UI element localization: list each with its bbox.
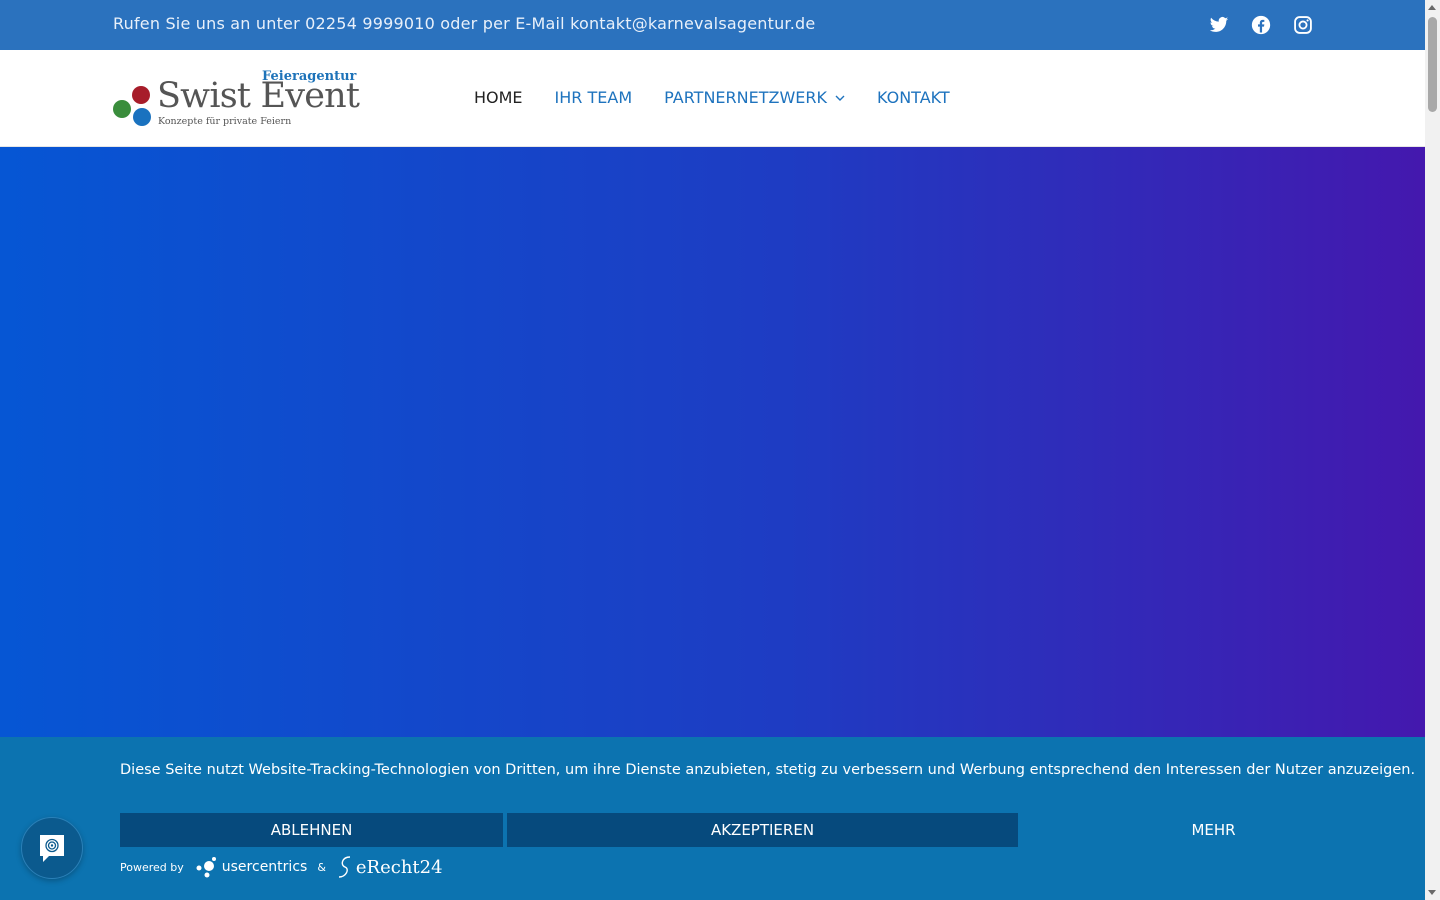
nav-item-label: HOME xyxy=(474,88,523,107)
nav-item-partnernetzwerk[interactable]: PARTNERNETZWERK xyxy=(664,88,845,107)
logo-subtitle: Konzepte für private Feiern xyxy=(158,116,292,127)
nav-item-label: KONTAKT xyxy=(876,88,950,107)
ampersand-text: & xyxy=(317,860,326,874)
site-header: Feieragentur Swist Event Konzepte für pr… xyxy=(0,50,1425,147)
accept-button[interactable]: AKZEPTIEREN xyxy=(507,813,1018,847)
logo-dot-green xyxy=(113,100,131,118)
fingerprint-icon xyxy=(40,835,64,862)
usercentrics-text: usercentrics xyxy=(221,859,308,875)
instagram-icon[interactable] xyxy=(1293,15,1313,35)
main-navigation: HOME IHR TEAM PARTNERNETZWERK KONTAKT xyxy=(474,88,950,107)
hero-section xyxy=(0,147,1425,737)
nav-item-label: PARTNERNETZWERK xyxy=(664,88,827,107)
usercentrics-dots-icon xyxy=(196,857,216,878)
twitter-icon[interactable] xyxy=(1209,15,1229,35)
contact-info-text: Rufen Sie uns an unter 02254 9999010 ode… xyxy=(113,14,816,33)
logo-dot-blue xyxy=(133,108,151,126)
site-logo[interactable]: Feieragentur Swist Event Konzepte für pr… xyxy=(112,68,367,130)
powered-by-label: Powered by xyxy=(120,860,184,874)
logo-brand-name: Swist Event xyxy=(157,76,360,116)
more-button[interactable]: MEHR xyxy=(1022,813,1405,847)
scrollbar-thumb[interactable] xyxy=(1428,17,1437,112)
nav-item-home[interactable]: HOME xyxy=(474,88,523,107)
cookie-consent-banner: Diese Seite nutzt Website-Tracking-Techn… xyxy=(0,737,1425,900)
page-scrollbar[interactable] xyxy=(1425,0,1440,900)
scroll-up-arrow-icon[interactable] xyxy=(1428,5,1436,10)
top-contact-bar: Rufen Sie uns an unter 02254 9999010 ode… xyxy=(0,0,1425,50)
nav-item-kontakt[interactable]: KONTAKT xyxy=(877,88,950,107)
reject-button[interactable]: ABLEHNEN xyxy=(120,813,503,847)
facebook-icon[interactable] xyxy=(1251,15,1271,35)
scroll-down-arrow-icon[interactable] xyxy=(1428,890,1436,895)
privacy-settings-button[interactable] xyxy=(21,817,83,879)
chevron-down-icon xyxy=(835,95,845,101)
erecht24-signature-icon xyxy=(338,856,350,878)
cookie-message: Diese Seite nutzt Website-Tracking-Techn… xyxy=(120,762,1416,778)
erecht24-text: eRecht24 xyxy=(355,856,443,878)
social-links xyxy=(1209,15,1313,35)
nav-item-ihr-team[interactable]: IHR TEAM xyxy=(555,88,633,107)
powered-by: Powered by usercentrics & eRecht24 xyxy=(120,855,443,879)
usercentrics-logo[interactable]: usercentrics xyxy=(194,856,308,878)
nav-item-label: IHR TEAM xyxy=(554,88,633,107)
logo-dot-red xyxy=(132,86,150,104)
erecht24-logo[interactable]: eRecht24 xyxy=(336,855,443,879)
